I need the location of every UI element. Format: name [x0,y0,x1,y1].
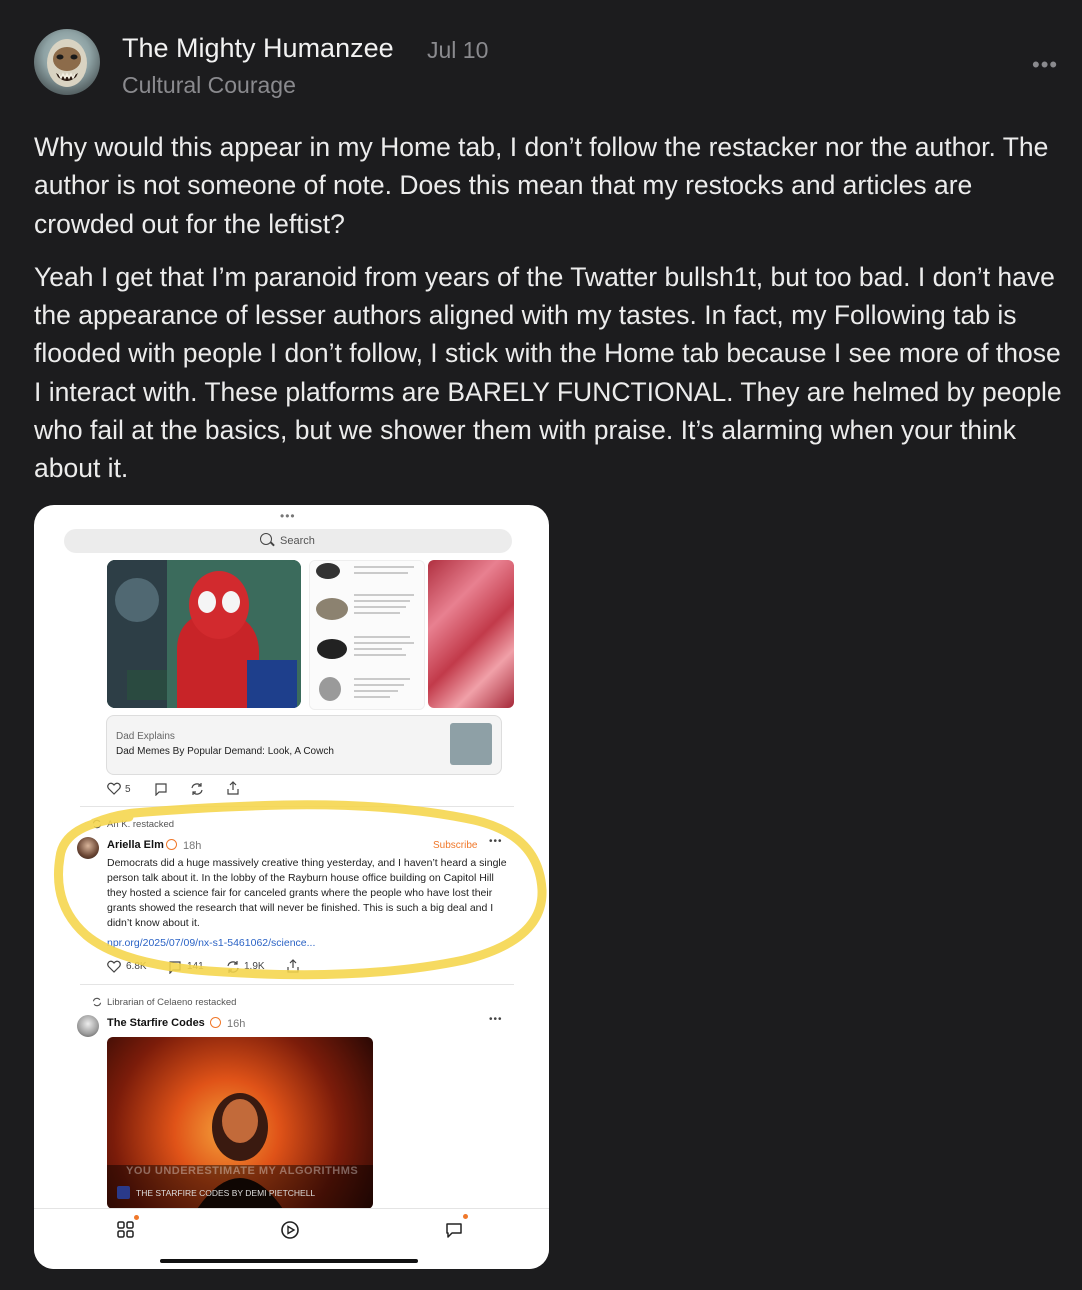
divider [80,984,514,985]
notification-dot [134,1215,139,1220]
note-link[interactable]: npr.org/2025/07/09/nx-s1-5461062/science… [107,937,315,949]
note-author-avatar[interactable] [77,837,99,859]
post-paragraph: Yeah I get that I’m paranoid from years … [34,261,1062,484]
share-icon[interactable] [286,959,300,973]
heart-icon[interactable] [107,960,121,973]
search-placeholder: Search [280,535,315,547]
note-more-icon[interactable]: ••• [489,836,503,847]
publication-name[interactable]: Cultural Courage [122,72,296,99]
spiderman-meme-image [107,560,301,708]
note-time: 16h [227,1018,246,1030]
link-card-subtitle: Dad Explains [116,731,175,742]
restack-small-icon [92,819,102,829]
note-more-icon[interactable]: ••• [489,1014,503,1025]
notification-dot [463,1214,468,1219]
like-count: 5 [125,784,131,795]
note-author-name[interactable]: Ariella Elm [107,839,164,851]
divider [80,806,514,807]
meat-image [428,560,514,708]
restack-icon[interactable] [226,960,240,974]
link-card[interactable] [106,715,502,775]
note-time: 18h [183,840,202,852]
publication-logo-icon [117,1186,130,1199]
post-paragraph: Why would this appear in my Home tab, I … [34,132,1049,239]
note-like-count: 6.8K [126,961,147,972]
more-options-icon[interactable]: ••• [1032,52,1058,78]
home-grid-icon[interactable] [117,1221,135,1239]
search-icon [260,533,272,545]
sheet-grabber: ••• [280,509,296,523]
restack-icon[interactable] [190,782,204,796]
author-avatar[interactable] [34,29,100,95]
note-author-avatar[interactable] [77,1015,99,1037]
note-restack-count: 1.9K [244,961,265,972]
restacked-by-label[interactable]: An K. restacked [107,819,174,830]
post-date: Jul 10 [427,37,489,63]
home-indicator [160,1259,418,1263]
note-comment-count: 141 [187,961,204,972]
video-caption: THE STARFIRE CODES BY DEMI PIETCHELL [136,1188,316,1198]
author-name[interactable]: The Mighty Humanzee [122,33,394,64]
share-icon[interactable] [226,781,240,795]
heart-icon[interactable] [107,782,121,795]
comment-icon[interactable] [154,782,168,796]
play-icon[interactable] [280,1220,300,1240]
verified-check-icon [210,1017,221,1028]
verified-check-icon [166,839,177,850]
embedded-screenshot[interactable]: ••• Search Dad Explains Dad Memes By Pop… [34,505,549,1269]
post-body: Why would this appear in my Home tab, I … [34,128,1069,503]
chat-icon[interactable] [445,1221,463,1239]
comment-icon[interactable] [168,960,182,974]
subscribe-button[interactable]: Subscribe [433,840,477,851]
link-card-title: Dad Memes By Popular Demand: Look, A Cow… [116,746,334,757]
video-overlay-text: YOU UNDERESTIMATE MY ALGORITHMS [126,1165,359,1177]
restack-small-icon [92,997,102,1007]
video-embed[interactable] [107,1037,373,1209]
restacked-by-label[interactable]: Librarian of Celaeno restacked [107,997,236,1008]
note-author-name[interactable]: The Starfire Codes [107,1017,205,1029]
link-card-thumbnail [450,723,492,765]
note-text: Democrats did a huge massively creative … [107,857,507,929]
bears-chart-image [309,560,425,710]
